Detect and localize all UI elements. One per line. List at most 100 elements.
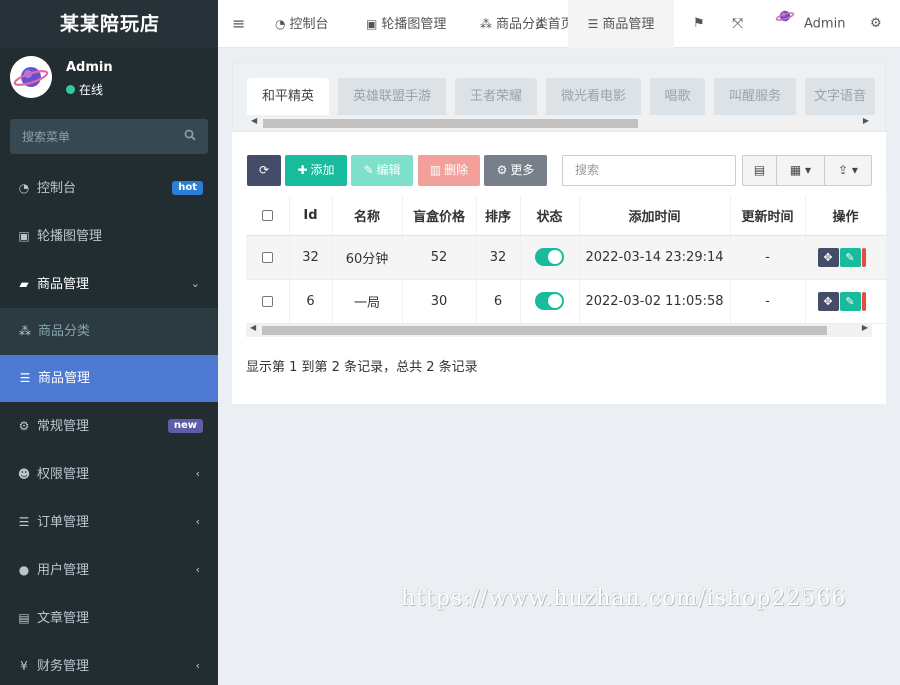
topbar-user[interactable]: Admin xyxy=(774,0,845,48)
tabs-scrollbar[interactable]: ◀ ▶ xyxy=(247,116,873,130)
chevron-left-icon: ‹ xyxy=(195,563,200,576)
sidebar-item-dashboard[interactable]: ◔ 控制台 hot xyxy=(0,164,218,212)
brand-title[interactable]: 某某陪玩店 xyxy=(0,0,218,48)
cell-sort: 6 xyxy=(476,279,521,324)
table-search-input[interactable]: 搜索 xyxy=(562,155,736,186)
sidebar-item-label: 订单管理 xyxy=(37,515,90,530)
scroll-left-icon[interactable]: ◀ xyxy=(251,116,257,125)
sidebar-item-goods-category[interactable]: ⁂ 商品分类 xyxy=(0,308,218,355)
table-scrollbar[interactable]: ◀ ▶ xyxy=(246,323,872,337)
add-button[interactable]: ✚ 添加 xyxy=(285,155,347,186)
yen-icon: ¥ xyxy=(20,659,28,673)
status-toggle[interactable] xyxy=(535,248,564,266)
user-icon: ● xyxy=(18,563,30,577)
avatar xyxy=(10,56,52,98)
cell-id: 6 xyxy=(289,279,333,324)
user-name: Admin xyxy=(66,60,113,75)
checkbox-icon[interactable] xyxy=(261,209,273,221)
toggle-view-icon[interactable]: ▤ xyxy=(742,155,777,186)
sidebar-item-label: 用户管理 xyxy=(37,563,90,578)
scroll-left-icon[interactable]: ◀ xyxy=(250,323,256,332)
edit-button[interactable]: ✎ 编辑 xyxy=(351,155,413,186)
tab-carousel[interactable]: ▣ 轮播图管理 xyxy=(366,0,446,48)
home-icon: ⌂ xyxy=(536,17,544,31)
category-tab[interactable]: 王者荣耀 xyxy=(455,78,537,115)
dashboard-icon: ◔ xyxy=(18,181,30,195)
menu-search-placeholder: 搜索菜单 xyxy=(22,130,71,144)
cell-created: 2022-03-02 11:05:58 xyxy=(579,279,731,324)
category-tab[interactable]: 唱歌 xyxy=(650,78,705,115)
cell-updated: - xyxy=(730,279,806,324)
table-header: Id 名称 盲盒价格 排序 状态 添加时间 更新时间 操作 xyxy=(246,196,887,236)
delete-row-icon[interactable] xyxy=(861,291,866,311)
column-header[interactable]: 添加时间 xyxy=(579,196,731,236)
category-tab[interactable]: 微光看电影 xyxy=(546,78,641,115)
list-icon: ☰ xyxy=(587,17,599,31)
scroll-right-icon[interactable]: ▶ xyxy=(863,116,869,125)
user-status: 在线 xyxy=(66,81,103,98)
select-all-checkbox[interactable] xyxy=(246,196,290,236)
gear-icon: ⚙ xyxy=(496,163,508,177)
sidebar-item-articles[interactable]: ▤ 文章管理 xyxy=(0,594,218,642)
search-icon[interactable] xyxy=(184,129,196,145)
category-tab[interactable]: 英雄联盟手游 xyxy=(338,78,446,115)
sidebar-item-general[interactable]: ⚙ 常规管理 new xyxy=(0,402,218,450)
scroll-right-icon[interactable]: ▶ xyxy=(862,323,868,332)
sidebar-item-goods[interactable]: ▰ 商品管理 ⌄ xyxy=(0,260,218,308)
row-checkbox[interactable] xyxy=(246,235,290,280)
drag-move-icon[interactable]: ✥ xyxy=(817,291,839,311)
sidebar-item-users[interactable]: ● 用户管理 ‹ xyxy=(0,546,218,594)
scroll-thumb[interactable] xyxy=(263,119,638,128)
image-icon: ▣ xyxy=(18,229,30,243)
sidebar-item-finance[interactable]: ¥ 财务管理 ‹ xyxy=(0,642,218,685)
tab-goods-manage[interactable]: ☰ 商品管理 xyxy=(568,0,674,48)
sidebar-toggle-icon[interactable]: ≡ xyxy=(232,0,245,48)
category-tab[interactable]: 和平精英 xyxy=(247,78,329,115)
fullscreen-icon[interactable]: ⤧ xyxy=(732,0,743,48)
checkbox-icon[interactable] xyxy=(261,251,273,263)
sidebar-item-label: 商品分类 xyxy=(38,324,91,339)
columns-dropdown-icon[interactable]: ▦ ▾ xyxy=(776,155,825,186)
sidebar-item-orders[interactable]: ☰ 订单管理 ‹ xyxy=(0,498,218,546)
row-checkbox[interactable] xyxy=(246,279,290,324)
refresh-button[interactable]: ⟳ xyxy=(247,155,281,186)
export-dropdown-icon[interactable]: ⇪ ▾ xyxy=(824,155,872,186)
column-header[interactable]: 更新时间 xyxy=(730,196,806,236)
sidebar-item-label: 控制台 xyxy=(37,181,77,196)
table-row[interactable]: 32 60分钟 52 32 2022-03-14 23:29:14 - ✥ ✎ xyxy=(246,235,887,280)
edit-pencil-icon[interactable]: ✎ xyxy=(839,291,861,311)
delete-label: 删除 xyxy=(444,163,469,177)
scroll-thumb[interactable] xyxy=(262,326,827,335)
checkbox-icon[interactable] xyxy=(261,295,273,307)
sidebar-item-goods-manage[interactable]: ☰ 商品管理 xyxy=(0,355,218,402)
category-tab[interactable]: 文字语音 xyxy=(805,78,875,115)
add-label: 添加 xyxy=(310,163,335,177)
cell-id: 32 xyxy=(289,235,333,280)
tab-label: 控制台 xyxy=(289,17,329,32)
tab-label: 商品管理 xyxy=(602,17,655,32)
chevron-down-icon: ⌄ xyxy=(190,277,200,290)
sidebar: 某某陪玩店 Admin 在线 搜索菜单 ◔ 控制台 hot ▣ 轮播图管理 ▰ 商品管… xyxy=(0,0,218,685)
delete-button[interactable]: ▥ 删除 xyxy=(418,155,480,186)
settings-gear-icon[interactable]: ⚙ xyxy=(870,0,882,48)
column-header[interactable]: Id xyxy=(289,196,333,236)
delete-row-icon[interactable] xyxy=(861,247,866,267)
dashboard-icon: ◔ xyxy=(275,17,286,31)
column-header[interactable]: 排序 xyxy=(476,196,521,236)
table-row[interactable]: 6 一局 30 6 2022-03-02 11:05:58 - ✥ ✎ xyxy=(246,279,887,324)
sidebar-item-permission[interactable]: ☻ 权限管理 ‹ xyxy=(0,450,218,498)
more-button[interactable]: ⚙ 更多 xyxy=(484,155,547,186)
refresh-icon: ⟳ xyxy=(258,163,270,177)
menu-search-input[interactable]: 搜索菜单 xyxy=(10,119,208,154)
status-toggle[interactable] xyxy=(535,292,564,310)
tab-dashboard[interactable]: ◔ 控制台 xyxy=(275,0,329,48)
drag-move-icon[interactable]: ✥ xyxy=(817,247,839,267)
topbar-user-name: Admin xyxy=(804,16,846,32)
edit-pencil-icon[interactable]: ✎ xyxy=(839,247,861,267)
sidebar-item-carousel[interactable]: ▣ 轮播图管理 xyxy=(0,212,218,260)
translate-icon[interactable]: ⚑ xyxy=(693,0,705,48)
category-tab[interactable]: 叫醒服务 xyxy=(714,78,796,115)
column-header[interactable]: 名称 xyxy=(332,196,403,236)
column-header[interactable]: 盲盒价格 xyxy=(402,196,477,236)
column-header[interactable]: 状态 xyxy=(520,196,580,236)
